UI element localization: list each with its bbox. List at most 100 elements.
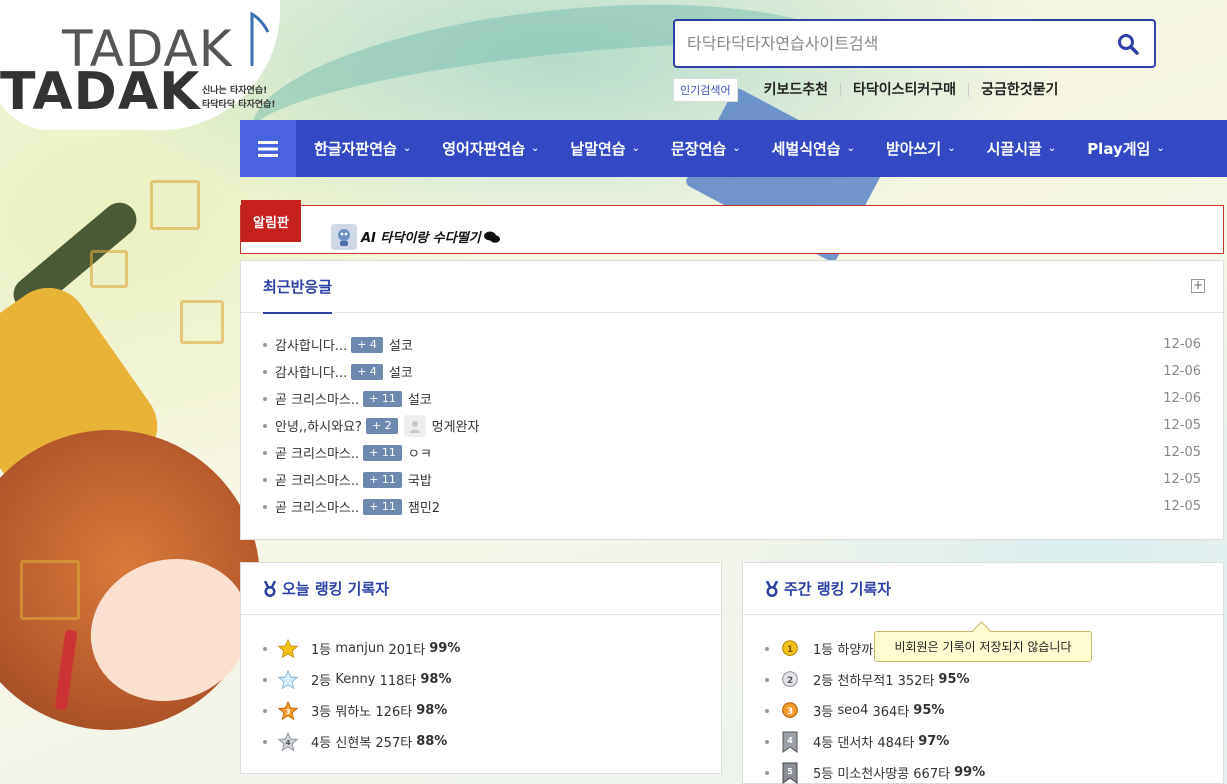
gold-star-icon: [275, 636, 301, 662]
date: 12-05: [1163, 445, 1201, 460]
nav-item-label: 낱말연습: [570, 140, 626, 158]
ribbon-badge-icon: 5: [777, 760, 803, 784]
nav-item-sentences[interactable]: 문장연습 ⌄: [653, 120, 754, 177]
rank-row[interactable]: 4 4등 신현복 257타 88%: [263, 726, 699, 757]
gray-star-icon: 4: [275, 729, 301, 755]
chevron-down-icon: ⌄: [1047, 143, 1057, 154]
hamburger-icon: [258, 140, 278, 157]
bronze-medal-icon: 3: [777, 698, 803, 724]
list-item[interactable]: 안녕,,하시와요? + 2 멍게완자 12-05: [263, 412, 1201, 439]
svg-text:1: 1: [787, 643, 793, 654]
today-ranking-list: 1등 manjun 201타 99% 2등 Kenny 118타 98% 3 3등 뭐…: [241, 615, 721, 757]
search-box: [673, 19, 1156, 68]
notice-bar: 알림판 AI 타닥이랑 수다떨기: [240, 200, 1224, 254]
recent-comments-panel: 최근반응글 + 감사합니다... + 4 설코 12-06 감사합니다... + 4 설코…: [240, 260, 1224, 540]
author: 설코: [407, 393, 432, 408]
author: 멍게완자: [431, 420, 480, 435]
chevron-down-icon: ⌄: [631, 143, 640, 154]
nav-item-label: 영어자판연습: [442, 140, 526, 158]
nav-item-label: 시끌시끌: [986, 140, 1042, 158]
list-item[interactable]: 감사합니다... + 4 설코 12-06: [263, 358, 1201, 385]
rank-row[interactable]: 5 5등 미소천사땅콩 667타 99%: [765, 757, 1201, 784]
date: 12-06: [1163, 391, 1201, 406]
blue-star-icon: [275, 667, 301, 693]
rank-row[interactable]: 2등 Kenny 118타 98%: [263, 664, 699, 695]
menu-button[interactable]: [240, 120, 296, 177]
rank-row[interactable]: 3 3등 뭐하노 126타 98%: [263, 695, 699, 726]
popular-label: 인기검색어: [673, 78, 738, 102]
nav-item-english[interactable]: 영어자판연습 ⌄: [424, 120, 552, 177]
nav-item-games[interactable]: Play게임 ⌄: [1069, 120, 1178, 177]
nav-item-words[interactable]: 낱말연습 ⌄: [552, 120, 653, 177]
date: 12-05: [1163, 472, 1201, 487]
popular-link-sticker[interactable]: 타닥이스티커구매: [841, 83, 970, 97]
nav-item-dictation[interactable]: 받아쓰기 ⌄: [868, 120, 969, 177]
list-item[interactable]: 곧 크리스마스.. + 11 ㅇㅋ 12-05: [263, 439, 1201, 466]
list-item[interactable]: 곧 크리스마스.. + 11 잼민2 12-05: [263, 493, 1201, 520]
weekly-ranking-title: 주간 랭킹 기록자: [765, 563, 891, 615]
notice-text: AI 타닥이랑 수다떨기: [361, 231, 481, 246]
logo-tagline-2: 타닥타닥 타자연습!: [202, 100, 276, 110]
date: 12-06: [1163, 337, 1201, 352]
author: 설코: [388, 366, 413, 381]
chevron-down-icon: ⌄: [947, 143, 956, 154]
expand-icon[interactable]: +: [1191, 279, 1205, 293]
medal-icon: [765, 580, 779, 597]
chevron-down-icon: ⌄: [732, 143, 741, 154]
nav-item-label: 한글자판연습: [314, 140, 397, 158]
author: 국밥: [407, 474, 432, 489]
rank-row[interactable]: 2 2등 천하무적1 352타 95%: [765, 664, 1201, 695]
weekly-ranking-panel: 주간 랭킹 기록자 1 1등 하양까 2 2등 천하무적1 352타 95% 3 3등 …: [742, 562, 1224, 784]
today-ranking-title: 오늘 랭킹 기록자: [263, 563, 389, 615]
site-logo[interactable]: TADAK TADAK 신나는 타자연습! 타닥타닥 타자연습!: [0, 11, 290, 124]
search-button[interactable]: [1102, 21, 1154, 66]
popular-link-keyboard[interactable]: 키보드추천: [752, 83, 842, 97]
main-nav: 한글자판연습 ⌄ 영어자판연습 ⌄ 낱말연습 ⌄ 문장연습 ⌄ 세벌식연습 ⌄ 받아쓰기 ⌄…: [240, 120, 1227, 177]
svg-text:3: 3: [285, 706, 290, 715]
music-note-icon: [250, 11, 270, 66]
nav-item-sebeolsik[interactable]: 세벌식연습 ⌄: [754, 120, 868, 177]
recent-comments-list: 감사합니다... + 4 설코 12-06 감사합니다... + 4 설코 12-06 곧 …: [241, 313, 1223, 520]
svg-text:3: 3: [787, 705, 793, 716]
orange-star-icon: 3: [275, 698, 301, 724]
date: 12-05: [1163, 418, 1201, 433]
popular-searches: 인기검색어 키보드추천 타닥이스티커구매 궁금한것묻기: [673, 78, 1070, 102]
comment-count-badge: + 11: [363, 444, 402, 461]
list-item[interactable]: 곧 크리스마스.. + 11 국밥 12-05: [263, 466, 1201, 493]
comment-count-badge: + 11: [363, 390, 402, 407]
panel-header: 오늘 랭킹 기록자: [241, 563, 721, 615]
popular-link-question[interactable]: 궁금한것묻기: [969, 83, 1070, 97]
rank-row[interactable]: 1등 manjun 201타 99%: [263, 633, 699, 664]
guest-record-tooltip: 비회원은 기록이 저장되지 않습니다: [874, 631, 1092, 662]
comment-count-badge: + 2: [365, 417, 398, 434]
rank-row[interactable]: 4 4등 댄서차 484타 97%: [765, 726, 1201, 757]
silver-medal-icon: 2: [777, 667, 803, 693]
robot-avatar-icon: [331, 223, 357, 250]
medal-icon: [263, 580, 277, 597]
nav-item-community[interactable]: 시끌시끌 ⌄: [969, 120, 1070, 177]
nav-item-label: Play게임: [1087, 140, 1151, 158]
date: 12-05: [1163, 499, 1201, 514]
search-input[interactable]: [675, 21, 1102, 66]
comment-count-badge: + 11: [363, 471, 402, 488]
chevron-down-icon: ⌄: [402, 143, 412, 154]
user-avatar-icon: [403, 414, 426, 437]
list-item[interactable]: 곧 크리스마스.. + 11 설코 12-06: [263, 385, 1201, 412]
comment-count-badge: + 4: [351, 336, 383, 353]
comment-count-badge: + 4: [351, 363, 383, 380]
chevron-down-icon: ⌄: [846, 143, 855, 154]
notice-link[interactable]: AI 타닥이랑 수다떨기: [331, 223, 500, 250]
recent-comments-title[interactable]: 최근반응글: [263, 261, 333, 314]
logo-tagline-1: 신나는 타자연습!: [202, 86, 268, 96]
svg-text:2: 2: [787, 674, 793, 685]
svg-text:5: 5: [787, 767, 793, 776]
author: ㅇㅋ: [407, 447, 432, 462]
list-item[interactable]: 감사합니다... + 4 설코 12-06: [263, 331, 1201, 358]
comment-count-badge: + 11: [363, 498, 402, 515]
notice-label: 알림판: [241, 200, 301, 242]
chevron-down-icon: ⌄: [531, 143, 540, 154]
rank-row[interactable]: 3 3등 seo4 364타 95%: [765, 695, 1201, 726]
nav-item-hangul[interactable]: 한글자판연습 ⌄: [296, 120, 424, 177]
panel-header: 최근반응글 +: [241, 261, 1223, 314]
svg-text:4: 4: [787, 736, 793, 745]
